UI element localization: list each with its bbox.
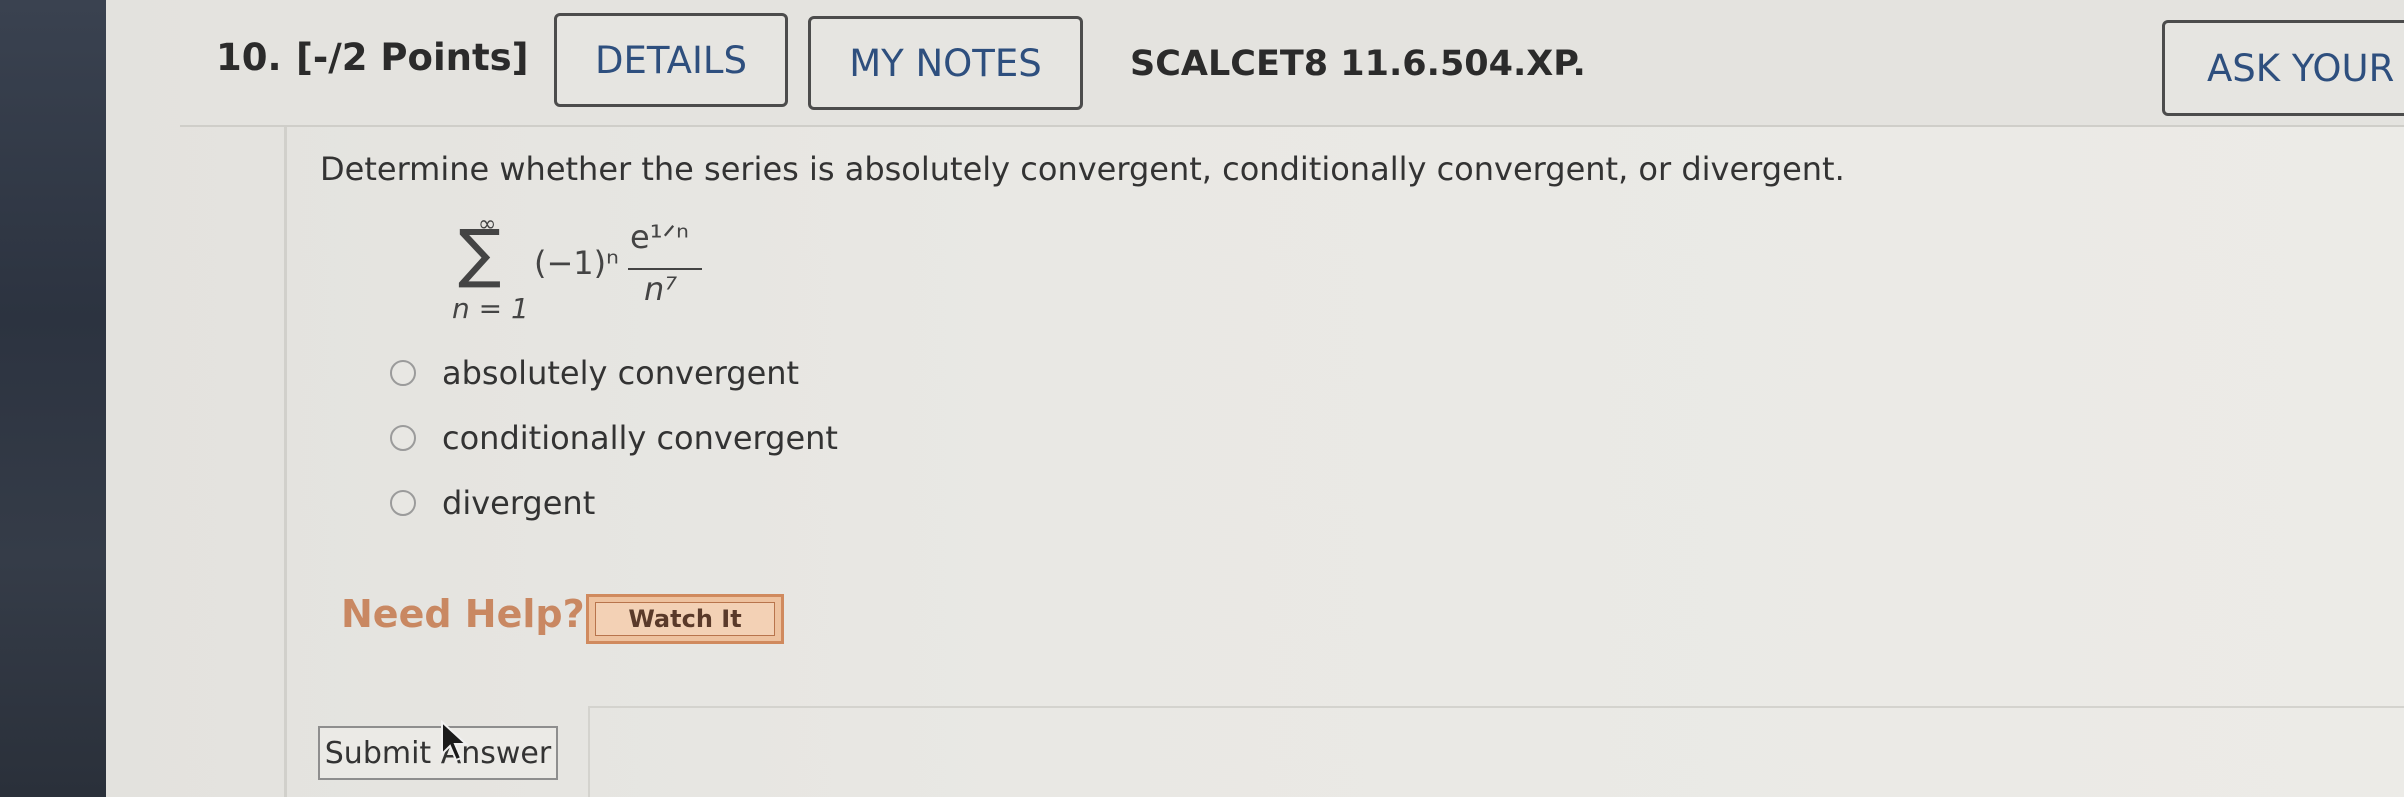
radio-button[interactable] [390,425,416,451]
answer-area-divider-vertical [588,706,590,797]
watch-it-label: Watch It [595,602,775,636]
question-prompt: Determine whether the series is absolute… [320,150,1845,188]
series-denominator: n⁷ [644,270,678,308]
option-absolutely-convergent[interactable]: absolutely convergent [390,354,799,392]
sigma-symbol: ∑ [458,217,502,291]
option-label: divergent [442,484,596,522]
option-label: conditionally convergent [442,419,838,457]
option-divergent[interactable]: divergent [390,484,595,522]
option-conditionally-convergent[interactable]: conditionally convergent [390,419,838,457]
series-sign-term: (−1)ⁿ [534,244,619,282]
background-edge [0,0,106,797]
series-numerator: e¹ᐟⁿ [630,218,689,256]
answer-area-divider [588,706,2404,708]
radio-button[interactable] [390,490,416,516]
details-button[interactable]: DETAILS [554,13,788,107]
problem-source: SCALCET8 11.6.504.XP. [1130,44,1586,84]
option-label: absolutely convergent [442,354,800,392]
radio-button[interactable] [390,360,416,386]
series-lower-limit: n = 1 [452,292,529,325]
content-border [284,127,287,797]
ask-your-teacher-button[interactable]: ASK YOUR [2162,20,2404,116]
question-number: 10. [216,36,282,79]
my-notes-button[interactable]: MY NOTES [808,16,1083,110]
submit-answer-button[interactable]: Submit Answer [318,726,558,780]
need-help-label: Need Help? [341,592,585,636]
watch-it-button[interactable]: Watch It [586,594,784,644]
points-label: [-/2 Points] [296,36,529,79]
mouse-cursor-icon [441,720,469,762]
